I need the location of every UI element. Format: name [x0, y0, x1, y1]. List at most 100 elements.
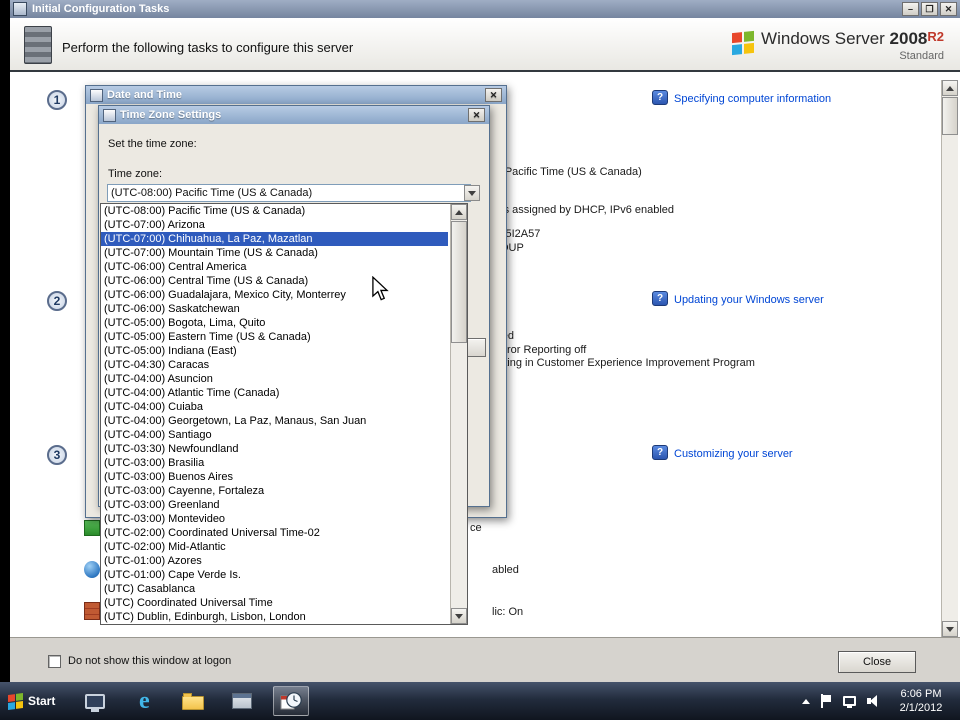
brand-year: 2008	[889, 29, 928, 48]
background-text-fragment: abled	[492, 564, 519, 576]
help-icon: ?	[652, 291, 668, 306]
timezone-option[interactable]: (UTC-04:00) Atlantic Time (Canada)	[101, 386, 448, 400]
timezone-option[interactable]: (UTC-03:00) Brasilia	[101, 456, 448, 470]
time-zone-settings-title: Time Zone Settings	[120, 109, 222, 121]
taskbar-date-and-time-button[interactable]	[273, 686, 310, 716]
volume-icon[interactable]	[867, 694, 881, 708]
close-window-button[interactable]: ✕	[940, 2, 957, 16]
show-hidden-icons-chevron[interactable]	[802, 698, 810, 704]
section-number-3: 3	[47, 445, 67, 465]
timezone-option[interactable]: (UTC-04:00) Cuiaba	[101, 400, 448, 414]
windows-server-logo: Windows Server 2008R2 Standard	[732, 29, 944, 62]
help-link-customizing-your-server[interactable]: Customizing your server	[674, 448, 793, 460]
start-label: Start	[28, 694, 56, 708]
window-title: Initial Configuration Tasks	[32, 3, 170, 15]
section-number-1: 1	[47, 90, 67, 110]
timezone-option[interactable]: (UTC) Dublin, Edinburgh, Lisbon, London	[101, 610, 448, 624]
help-link-updating-your-windows-server[interactable]: Updating your Windows server	[674, 294, 824, 306]
time-zone-settings-titlebar: Time Zone Settings ✕	[99, 106, 489, 124]
section-number-2: 2	[47, 291, 67, 311]
background-text-fragment: lic: On	[492, 606, 524, 618]
server-tower-icon	[24, 26, 52, 64]
timezone-option[interactable]: (UTC-03:30) Newfoundland	[101, 442, 448, 456]
date-time-clock-icon	[280, 692, 303, 710]
scroll-thumb[interactable]	[942, 97, 958, 135]
do-not-show-checkbox[interactable]	[48, 655, 61, 668]
timezone-option[interactable]: (UTC-07:00) Arizona	[101, 218, 448, 232]
timezone-dropdown-list: (UTC-08:00) Pacific Time (US & Canada) (…	[100, 203, 468, 625]
help-link-specifying-computer-information[interactable]: Specifying computer information	[674, 93, 831, 105]
combobox-dropdown-button[interactable]	[464, 185, 480, 201]
timezone-option[interactable]: (UTC-01:00) Cape Verde Is.	[101, 568, 448, 582]
timezone-option[interactable]: (UTC) Casablanca	[101, 582, 448, 596]
taskbar-computer-button[interactable]	[77, 686, 113, 716]
timezone-option[interactable]: (UTC-04:00) Santiago	[101, 428, 448, 442]
window-footer: Do not show this window at logon Close	[10, 637, 960, 682]
network-icon[interactable]	[843, 696, 856, 708]
time-zone-field-label: Time zone:	[108, 168, 163, 180]
timezone-option[interactable]: (UTC-05:00) Bogota, Lima, Quito	[101, 316, 448, 330]
close-button[interactable]: Close	[838, 651, 916, 673]
timezone-option[interactable]: (UTC-05:00) Indiana (East)	[101, 344, 448, 358]
do-not-show-label: Do not show this window at logon	[68, 655, 232, 667]
scroll-down-button[interactable]	[942, 621, 958, 637]
set-time-zone-instruction: Set the time zone:	[108, 138, 197, 150]
close-time-zone-settings-button[interactable]: ✕	[468, 108, 485, 122]
scroll-up-button[interactable]	[942, 80, 958, 96]
taskbar-explorer-button[interactable]	[175, 686, 211, 716]
timezone-option[interactable]: (UTC-03:00) Montevideo	[101, 512, 448, 526]
timezone-option[interactable]: (UTC-06:00) Guadalajara, Mexico City, Mo…	[101, 288, 448, 302]
close-date-and-time-button[interactable]: ✕	[485, 88, 502, 102]
brand-r2: R2	[927, 29, 944, 44]
header-text: Perform the following tasks to configure…	[62, 40, 354, 55]
timezone-option[interactable]: (UTC-07:00) Chihuahua, La Paz, Mazatlan	[101, 232, 448, 246]
taskbar-clock[interactable]: 6:06 PM 2/1/2012	[892, 687, 950, 715]
configuration-window-icon	[232, 693, 253, 709]
help-icon: ?	[652, 90, 668, 105]
timezone-option[interactable]: (UTC) Coordinated Universal Time	[101, 596, 448, 610]
timezone-option[interactable]: (UTC-03:00) Greenland	[101, 498, 448, 512]
taskbar-configuration-tasks-button[interactable]	[224, 686, 260, 716]
taskbar: Start e 6:06 PM 2/1/2012	[0, 682, 960, 720]
taskbar-internet-explorer-button[interactable]: e	[126, 686, 162, 716]
windows-flag-icon	[732, 30, 755, 56]
timezone-option[interactable]: (UTC-06:00) Saskatchewan	[101, 302, 448, 316]
dropdown-scroll-up-button[interactable]	[451, 204, 467, 220]
timezone-option[interactable]: (UTC-06:00) Central Time (US & Canada)	[101, 274, 448, 288]
brand-name: Windows Server	[761, 29, 885, 48]
folder-icon	[182, 693, 205, 710]
network-globe-icon	[84, 561, 100, 578]
time-zone-combobox[interactable]: (UTC-08:00) Pacific Time (US & Canada)	[107, 184, 471, 202]
windows-start-flag-icon	[8, 692, 23, 710]
start-button[interactable]: Start	[0, 682, 65, 720]
action-center-flag-icon[interactable]	[821, 694, 832, 708]
dropdown-scrollbar[interactable]	[450, 204, 467, 624]
desktop: Initial Configuration Tasks – ❐ ✕ Perfor…	[0, 0, 960, 720]
window-scrollbar[interactable]	[941, 80, 958, 637]
timezone-option[interactable]: (UTC-02:00) Mid-Atlantic	[101, 540, 448, 554]
brand-edition: Standard	[899, 50, 944, 62]
timezone-option[interactable]: (UTC-04:30) Caracas	[101, 358, 448, 372]
timezone-option[interactable]: (UTC-08:00) Pacific Time (US & Canada)	[101, 204, 448, 218]
background-text-fragment: ce	[470, 522, 482, 534]
clock-time: 6:06 PM	[900, 688, 942, 700]
app-icon	[13, 2, 27, 16]
minimize-button[interactable]: –	[902, 2, 919, 16]
date-and-time-title: Date and Time	[107, 89, 182, 101]
clock-date: 2/1/2012	[899, 702, 943, 714]
timezone-option[interactable]: (UTC-03:00) Cayenne, Fortaleza	[101, 484, 448, 498]
timezone-option[interactable]: (UTC-04:00) Georgetown, La Paz, Manaus, …	[101, 414, 448, 428]
dropdown-scroll-thumb[interactable]	[451, 221, 467, 343]
timezone-option[interactable]: (UTC-06:00) Central America	[101, 260, 448, 274]
background-text-fragment: ess assigned by DHCP, IPv6 enabled	[492, 204, 675, 216]
timezone-option[interactable]: (UTC-03:00) Buenos Aires	[101, 470, 448, 484]
timezone-option[interactable]: (UTC-05:00) Eastern Time (US & Canada)	[101, 330, 448, 344]
maximize-button[interactable]: ❐	[921, 2, 938, 16]
window-header: Perform the following tasks to configure…	[10, 18, 960, 72]
dropdown-scroll-down-button[interactable]	[451, 608, 467, 624]
timezone-option[interactable]: (UTC-02:00) Coordinated Universal Time-0…	[101, 526, 448, 540]
timezone-option[interactable]: (UTC-01:00) Azores	[101, 554, 448, 568]
timezone-option[interactable]: (UTC-07:00) Mountain Time (US & Canada)	[101, 246, 448, 260]
timezone-option[interactable]: (UTC-04:00) Asuncion	[101, 372, 448, 386]
background-text-fragment: 0) Pacific Time (US & Canada)	[492, 166, 642, 178]
